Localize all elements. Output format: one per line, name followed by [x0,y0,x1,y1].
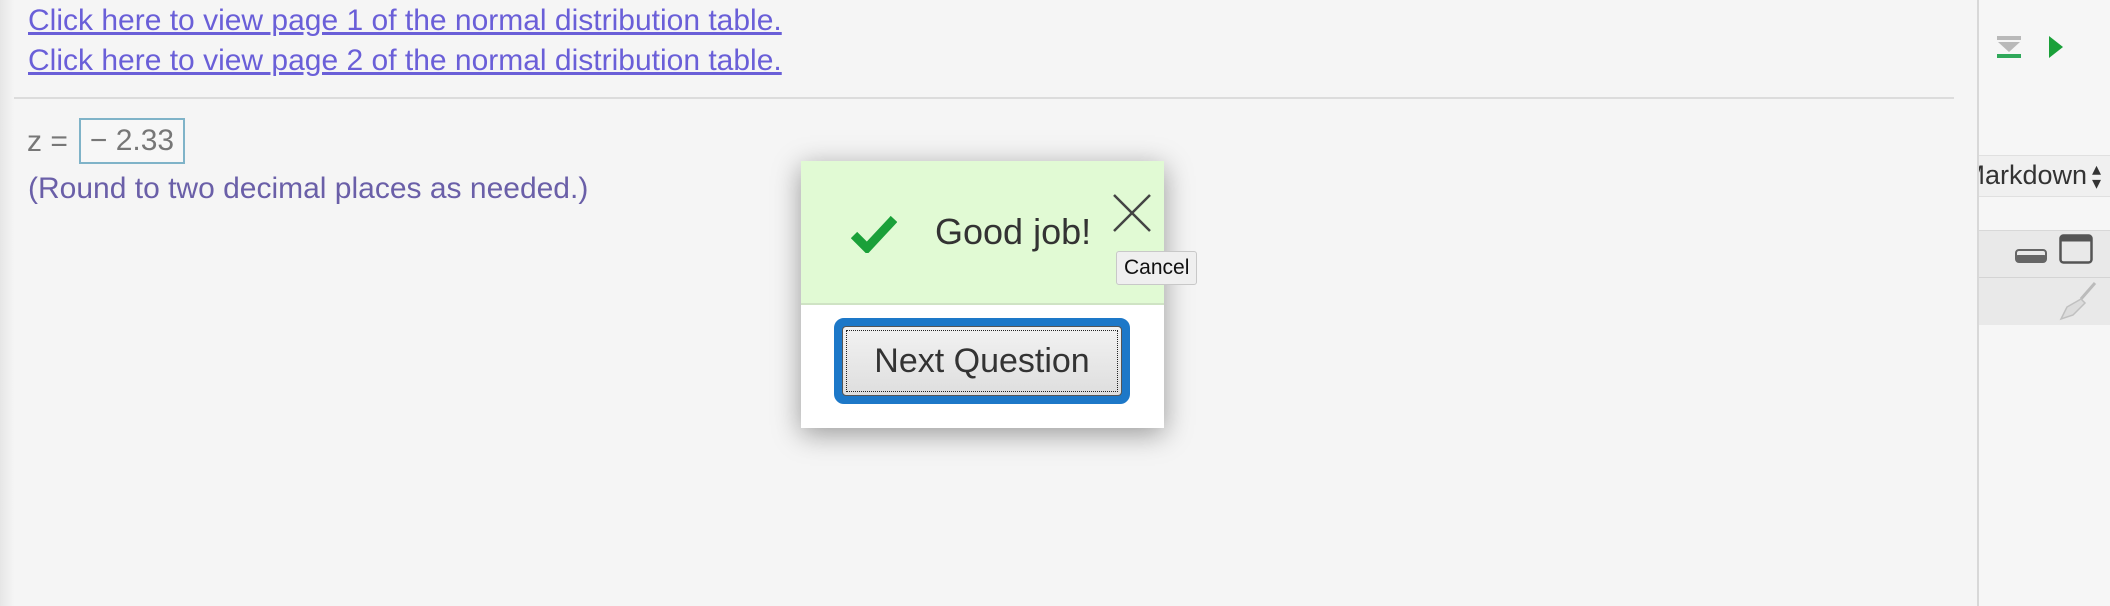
close-icon[interactable] [1110,191,1154,235]
minimize-icon[interactable] [2015,249,2047,263]
notebook-side-panel: Markdown ▴▾ [1977,0,2110,606]
section-divider [14,97,1954,99]
download-icon[interactable] [1995,34,2023,60]
table-page-1-link[interactable]: Click here to view page 1 of the normal … [28,4,782,38]
main-content: Click here to view page 1 of the normal … [0,0,1977,606]
checkmark-icon [851,215,897,253]
table-page-2-link[interactable]: Click here to view page 2 of the normal … [28,44,782,78]
toolbar-divider [1979,277,2110,278]
cell-type-select[interactable]: Markdown ▴▾ [1979,155,2110,197]
maximize-icon[interactable] [2059,234,2093,264]
clear-output-icon[interactable] [2059,281,2099,321]
cell-type-value: Markdown [1979,160,2087,190]
left-edge-shadow [0,0,14,606]
cancel-tooltip: Cancel [1116,251,1198,285]
run-icon[interactable] [2049,36,2063,58]
z-label: z = [27,125,68,158]
rounding-hint: (Round to two decimal places as needed.) [28,172,589,205]
feedback-message: Good job! [935,211,1092,252]
next-question-button[interactable]: Next Question [834,318,1130,404]
answer-field[interactable]: − 2.33 [79,118,185,164]
next-question-label: Next Question [842,326,1122,396]
cell-toolbar [1979,230,2110,325]
feedback-header: Good job! [801,161,1164,305]
select-arrows-icon: ▴ ▾ [2092,159,2102,193]
feedback-dialog: Good job! Next Question [801,161,1164,428]
run-toolbar [1979,0,2110,92]
